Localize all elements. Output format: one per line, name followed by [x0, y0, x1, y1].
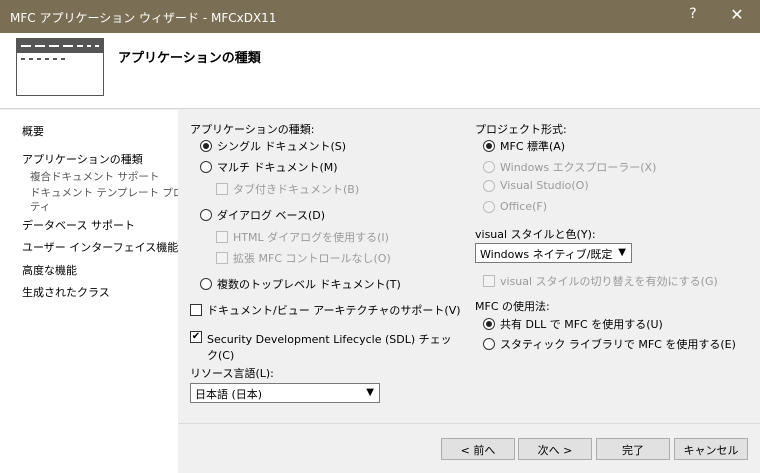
radio-indicator	[483, 200, 495, 213]
sidebar-item-overview[interactable]: 概要	[22, 123, 44, 139]
select-value: 日本語 (日本)	[195, 388, 263, 401]
sidebar-item-ui-features[interactable]: ユーザー インターフェイス機能	[22, 239, 178, 255]
help-button[interactable]: ?	[684, 6, 702, 22]
radio-label: MFC 標準(A)	[500, 140, 566, 153]
wizard-header: アプリケーションの種類	[0, 33, 760, 109]
radio-single-document[interactable]: シングル ドキュメント(S)	[200, 138, 346, 154]
radio-label: マルチ ドキュメント(M)	[217, 161, 338, 174]
visual-style-select[interactable]: Windows ネイティブ/既定 ▼	[475, 243, 632, 263]
radio-indicator	[483, 338, 495, 350]
checkbox-tabbed-documents: タブ付きドキュメント(B)	[216, 181, 359, 197]
checkbox-html-dialog: HTML ダイアログを使用する(I)	[216, 229, 389, 245]
radio-label: Office(F)	[500, 200, 548, 213]
project-style-label: プロジェクト形式:	[475, 123, 567, 136]
radio-static-library[interactable]: スタティック ライブラリで MFC を使用する(E)	[483, 336, 736, 352]
checkbox-indicator	[216, 183, 228, 195]
title-bar: MFC アプリケーション ウィザード - MFCxDX11 ? ✕	[0, 0, 760, 33]
close-button[interactable]: ✕	[728, 5, 746, 24]
checkbox-label: ドキュメント/ビュー アーキテクチャのサポート(V)	[207, 304, 461, 317]
checkbox-indicator: ✔	[190, 331, 202, 343]
checkbox-label: Security Development Lifecycle (SDL) チェッ…	[207, 331, 452, 363]
radio-indicator	[200, 140, 212, 152]
radio-visual-studio: Visual Studio(O)	[483, 179, 589, 192]
checkbox-label: visual スタイルの切り替えを有効にする(G)	[500, 275, 718, 288]
checkbox-label: 拡張 MFC コントロールなし(O)	[233, 252, 391, 265]
radio-label: ダイアログ ベース(D)	[217, 209, 325, 222]
radio-indicator	[483, 179, 495, 192]
checkbox-no-enhanced-mfc: 拡張 MFC コントロールなし(O)	[216, 250, 391, 266]
visual-style-label: visual スタイルと色(Y):	[475, 228, 596, 241]
radio-dialog-based[interactable]: ダイアログ ベース(D)	[200, 207, 325, 223]
radio-label: Windows エクスプローラー(X)	[500, 161, 657, 174]
wizard-sidebar: 概要 アプリケーションの種類 複合ドキュメント サポート ドキュメント テンプレ…	[0, 110, 194, 473]
radio-label: シングル ドキュメント(S)	[217, 140, 347, 153]
checkbox-indicator	[216, 252, 228, 264]
wizard-content: アプリケーションの種類: シングル ドキュメント(S) マルチ ドキュメント(M…	[178, 110, 760, 473]
sidebar-item-document-template[interactable]: ドキュメント テンプレート プロパ	[30, 185, 194, 200]
radio-label: スタティック ライブラリで MFC を使用する(E)	[500, 338, 736, 351]
radio-label: Visual Studio(O)	[500, 179, 589, 192]
radio-multiple-top-level[interactable]: 複数のトップレベル ドキュメント(T)	[200, 276, 401, 292]
sdl-label-line1: Security Development Lifecycle (SDL) チェッ	[207, 333, 452, 346]
radio-multi-document[interactable]: マルチ ドキュメント(M)	[200, 159, 338, 175]
sidebar-item-database[interactable]: データベース サポート	[22, 217, 135, 233]
finish-button[interactable]: 完了	[596, 438, 670, 460]
checkbox-label: タブ付きドキュメント(B)	[233, 183, 360, 196]
window-title: MFC アプリケーション ウィザード - MFCxDX11	[10, 11, 277, 25]
checkbox-indicator	[483, 275, 495, 287]
radio-office: Office(F)	[483, 200, 547, 213]
chevron-down-icon: ▼	[366, 387, 374, 398]
radio-indicator	[483, 318, 495, 330]
cancel-button[interactable]: キャンセル	[674, 438, 748, 460]
radio-indicator	[483, 161, 495, 173]
checkbox-visual-style-toggle: visual スタイルの切り替えを有効にする(G)	[483, 273, 718, 289]
radio-windows-explorer: Windows エクスプローラー(X)	[483, 159, 656, 175]
sidebar-item-compound-document[interactable]: 複合ドキュメント サポート	[30, 169, 159, 184]
radio-indicator	[200, 161, 212, 173]
checkbox-indicator	[216, 231, 228, 243]
sidebar-item-advanced[interactable]: 高度な機能	[22, 262, 77, 278]
resource-language-select[interactable]: 日本語 (日本) ▼	[190, 383, 380, 403]
sdl-label-line2: ク(C)	[207, 349, 235, 362]
radio-shared-dll[interactable]: 共有 DLL で MFC を使用する(U)	[483, 316, 663, 332]
checkbox-doc-view-support[interactable]: ドキュメント/ビュー アーキテクチャのサポート(V)	[190, 302, 461, 318]
resource-language-label: リソース言語(L):	[190, 367, 274, 380]
back-button[interactable]: < 前へ	[441, 438, 515, 460]
checkbox-indicator	[190, 304, 202, 316]
application-window-icon	[16, 38, 104, 96]
chevron-down-icon: ▼	[618, 247, 626, 258]
mfc-use-label: MFC の使用法:	[475, 300, 550, 313]
footer-divider	[178, 423, 760, 424]
sidebar-item-generated-classes[interactable]: 生成されたクラス	[22, 284, 110, 300]
sidebar-item-document-template-cont[interactable]: ティ	[30, 199, 50, 214]
radio-label: 複数のトップレベル ドキュメント(T)	[217, 278, 401, 291]
radio-mfc-standard[interactable]: MFC 標準(A)	[483, 138, 565, 154]
app-type-label: アプリケーションの種類:	[190, 123, 315, 136]
checkbox-sdl-checks[interactable]: ✔ Security Development Lifecycle (SDL) チ…	[190, 331, 452, 363]
next-button[interactable]: 次へ >	[518, 438, 592, 460]
select-value: Windows ネイティブ/既定	[480, 248, 613, 261]
radio-indicator	[483, 140, 495, 152]
radio-indicator	[200, 209, 212, 221]
sidebar-item-application-type[interactable]: アプリケーションの種類	[22, 151, 143, 167]
page-title: アプリケーションの種類	[118, 51, 261, 66]
checkbox-label: HTML ダイアログを使用する(I)	[233, 231, 389, 244]
radio-indicator	[200, 278, 212, 290]
radio-label: 共有 DLL で MFC を使用する(U)	[500, 318, 663, 331]
